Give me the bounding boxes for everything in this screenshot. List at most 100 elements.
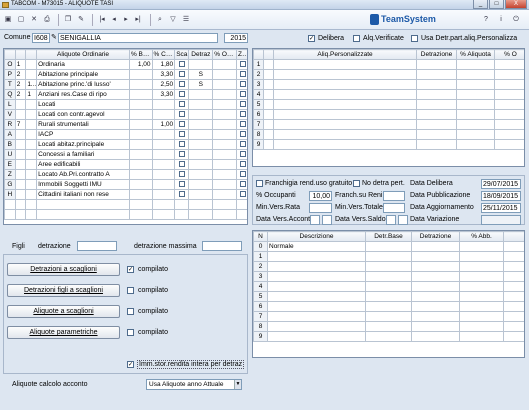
ordinarie-cell[interactable]: Locati abitaz.principale [36, 139, 130, 150]
scaglioni-button-2[interactable]: Aliquote a scaglioni [7, 305, 120, 318]
data-delibera-field[interactable] [481, 179, 521, 189]
ordinarie-header-0[interactable] [4, 49, 16, 60]
compilato-checkbox[interactable]: ✓ [127, 266, 134, 273]
ordinarie-cell[interactable] [128, 189, 153, 200]
ordinarie-cell[interactable]: Abitazione princ.'di lusso' [36, 79, 130, 90]
ordinarie-cell[interactable] [188, 159, 214, 170]
detrazioni-cell[interactable] [503, 281, 524, 292]
info-icon[interactable]: i [495, 13, 507, 26]
ordinarie-cell[interactable] [236, 129, 247, 140]
detrazioni-cell[interactable] [459, 251, 504, 262]
ordinarie-cell[interactable] [236, 189, 247, 200]
ordinarie-cell[interactable] [188, 209, 214, 220]
table-row[interactable]: 4 [253, 89, 524, 100]
detrazioni-desc[interactable] [267, 281, 366, 292]
zero-checkbox[interactable] [239, 131, 246, 138]
detrazioni-desc[interactable] [267, 311, 366, 322]
comune-code-field[interactable] [32, 33, 50, 43]
personalizzate-cell[interactable] [263, 129, 274, 140]
scaglioni-button-0[interactable]: Detrazioni a scaglioni [7, 263, 120, 276]
data-aggiornamento-field[interactable] [481, 203, 521, 213]
zero-checkbox[interactable] [239, 181, 246, 188]
personalizzate-cell[interactable] [273, 89, 417, 100]
ordinarie-cell[interactable]: Concessi a familiari [36, 149, 130, 160]
ordinarie-cell[interactable] [212, 139, 238, 150]
table-row[interactable]: H Cittadini italiani non rese [4, 189, 247, 200]
personalizzate-cell[interactable] [494, 99, 524, 110]
filter-icon[interactable]: ▽ [167, 13, 179, 26]
delibera-checkbox[interactable]: ✓ [308, 35, 315, 42]
personalizzate-cell[interactable] [456, 139, 495, 150]
detrazioni-cell[interactable] [411, 291, 460, 302]
ordinarie-cell[interactable] [236, 69, 247, 80]
personalizzate-cell[interactable] [416, 129, 457, 140]
ordinarie-cell[interactable]: 3,30 [151, 89, 176, 100]
ordinarie-cell[interactable]: Aree edificabili [36, 159, 130, 170]
personalizzate-cell[interactable] [273, 59, 417, 70]
figli-detr-field[interactable] [77, 241, 117, 251]
ordinarie-cell[interactable]: 1,00 [128, 59, 153, 70]
detrazioni-cell[interactable] [459, 291, 504, 302]
ordinarie-cell[interactable] [236, 199, 247, 210]
detrazioni-cell[interactable] [459, 281, 504, 292]
ordinarie-cell[interactable] [174, 179, 190, 190]
ordinarie-cell[interactable]: O [4, 59, 16, 70]
ordinarie-cell[interactable] [236, 59, 247, 70]
ordinarie-cell[interactable] [36, 199, 130, 210]
detrazioni-desc[interactable] [267, 271, 366, 282]
table-row[interactable]: 9 [253, 139, 524, 150]
table-row[interactable]: 6 [253, 301, 524, 312]
ordinarie-cell[interactable] [174, 129, 190, 140]
table-row[interactable]: 2 [253, 69, 524, 80]
table-row[interactable]: B Locati abitaz.principale [4, 139, 247, 150]
ordinarie-cell[interactable] [174, 119, 190, 130]
personalizzate-header-4[interactable]: % Aliquota [456, 49, 495, 60]
ordinarie-cell[interactable] [25, 109, 38, 120]
detrazioni-desc[interactable] [267, 251, 366, 262]
personalizzate-header-2[interactable]: Aliq.Personalizzate [273, 49, 417, 60]
ordinarie-header-4[interactable]: % Base [128, 49, 153, 60]
table-row[interactable]: A IACP [4, 129, 247, 140]
detrazioni-cell[interactable] [411, 251, 460, 262]
detrazioni-cell[interactable] [365, 301, 412, 312]
ordinarie-cell[interactable] [151, 189, 176, 200]
table-row[interactable]: 6 [253, 109, 524, 120]
table-row[interactable]: U Concessi a familiari [4, 149, 247, 160]
zero-checkbox[interactable] [239, 151, 246, 158]
min-vers-tot-field[interactable] [383, 203, 405, 213]
compilato-checkbox[interactable] [127, 308, 134, 315]
ordinarie-cell[interactable] [25, 179, 38, 190]
ordinarie-cell[interactable]: 1,80 [151, 59, 176, 70]
personalizzate-cell[interactable] [416, 89, 457, 100]
ordinarie-cell[interactable] [212, 149, 238, 160]
list-icon[interactable]: ☰ [180, 13, 192, 26]
detrazioni-header-2[interactable]: Detr.Base [365, 231, 412, 242]
ordinarie-cell[interactable] [128, 159, 153, 170]
personalizzate-header-1[interactable] [263, 49, 274, 60]
min-vers-rata-field[interactable] [309, 203, 332, 213]
ordinarie-cell[interactable] [236, 109, 247, 120]
ordinarie-cell[interactable] [14, 139, 27, 150]
ordinarie-cell[interactable] [212, 189, 238, 200]
ordinarie-cell[interactable] [4, 199, 16, 210]
ordinarie-header-9[interactable]: Zer [236, 49, 247, 60]
personalizzate-cell[interactable] [263, 139, 274, 150]
ordinarie-cell[interactable]: 7 [14, 119, 27, 130]
detrazioni-cell[interactable] [459, 311, 504, 322]
detrazioni-cell[interactable] [503, 271, 524, 282]
table-row[interactable]: O 1 Ordinaria 1,00 1,80 [4, 59, 247, 70]
ordinarie-cell[interactable] [25, 119, 38, 130]
pencil-icon[interactable]: ✎ [51, 33, 57, 41]
personalizzate-cell[interactable] [456, 99, 495, 110]
detrazioni-cell[interactable] [411, 281, 460, 292]
detrazioni-cell[interactable] [503, 321, 524, 332]
ordinarie-cell[interactable] [212, 109, 238, 120]
personalizzate-cell[interactable] [456, 59, 495, 70]
table-row[interactable]: 7 [253, 119, 524, 130]
ordinarie-cell[interactable] [236, 149, 247, 160]
detrazioni-header-0[interactable]: N [253, 231, 268, 242]
personalizzate-cell[interactable] [263, 99, 274, 110]
detrazioni-header-3[interactable]: Detrazione [411, 231, 460, 242]
ordinarie-cell[interactable] [212, 89, 238, 100]
table-row[interactable] [4, 209, 247, 220]
